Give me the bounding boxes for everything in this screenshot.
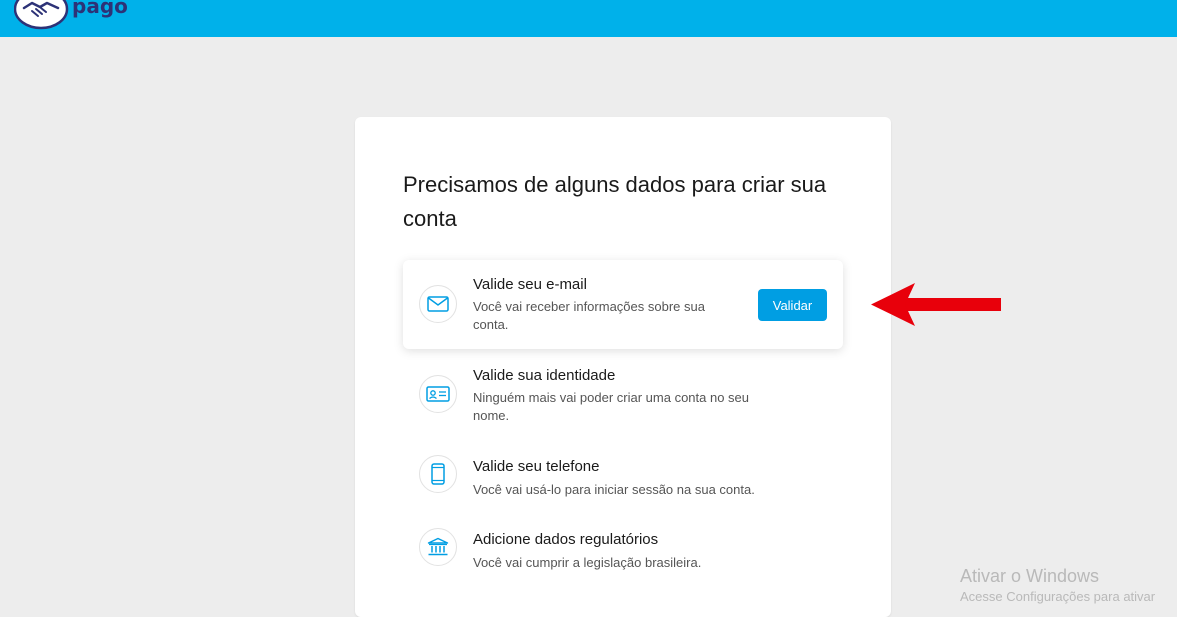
- bank-icon: [419, 528, 457, 566]
- handshake-logo-icon: [13, 0, 69, 30]
- red-arrow-annotation: [871, 283, 1001, 326]
- step-validate-phone[interactable]: Valide seu telefone Você vai usá-lo para…: [403, 455, 843, 505]
- top-bar: mercado pago: [0, 0, 1177, 37]
- mercado-pago-logo[interactable]: mercado pago: [13, 0, 172, 34]
- step-title: Valide seu e-mail: [473, 276, 587, 293]
- account-setup-card: Precisamos de alguns dados para criar su…: [355, 117, 891, 617]
- validate-email-button[interactable]: Validar: [758, 289, 827, 321]
- step-title: Valide seu telefone: [473, 458, 600, 475]
- step-description: Você vai cumprir a legislação brasileira…: [473, 555, 702, 570]
- logo-text-line2: pago: [72, 0, 128, 18]
- step-description: Ninguém mais vai poder criar uma conta n…: [473, 390, 750, 423]
- step-validate-email[interactable]: Valide seu e-mail Você vai receber infor…: [403, 260, 843, 349]
- envelope-icon: [419, 285, 457, 323]
- step-regulatory-data[interactable]: Adicione dados regulatórios Você vai cum…: [403, 528, 843, 578]
- page-title: Precisamos de alguns dados para criar su…: [403, 172, 827, 231]
- step-title: Adicione dados regulatórios: [473, 531, 659, 548]
- step-validate-identity[interactable]: Valide sua identidade Ninguém mais vai p…: [403, 364, 843, 434]
- id-card-icon: [419, 375, 457, 413]
- watermark-title: Ativar o Windows: [960, 566, 1100, 586]
- step-title: Valide sua identidade: [473, 367, 616, 384]
- phone-icon: [419, 455, 457, 493]
- step-description: Você vai receber informações sobre sua c…: [473, 299, 705, 332]
- step-description: Você vai usá-lo para iniciar sessão na s…: [473, 482, 755, 497]
- watermark-subtitle: Acesse Configurações para ativar: [960, 589, 1156, 604]
- windows-activation-watermark: Ativar o Windows Acesse Configurações pa…: [960, 565, 1155, 607]
